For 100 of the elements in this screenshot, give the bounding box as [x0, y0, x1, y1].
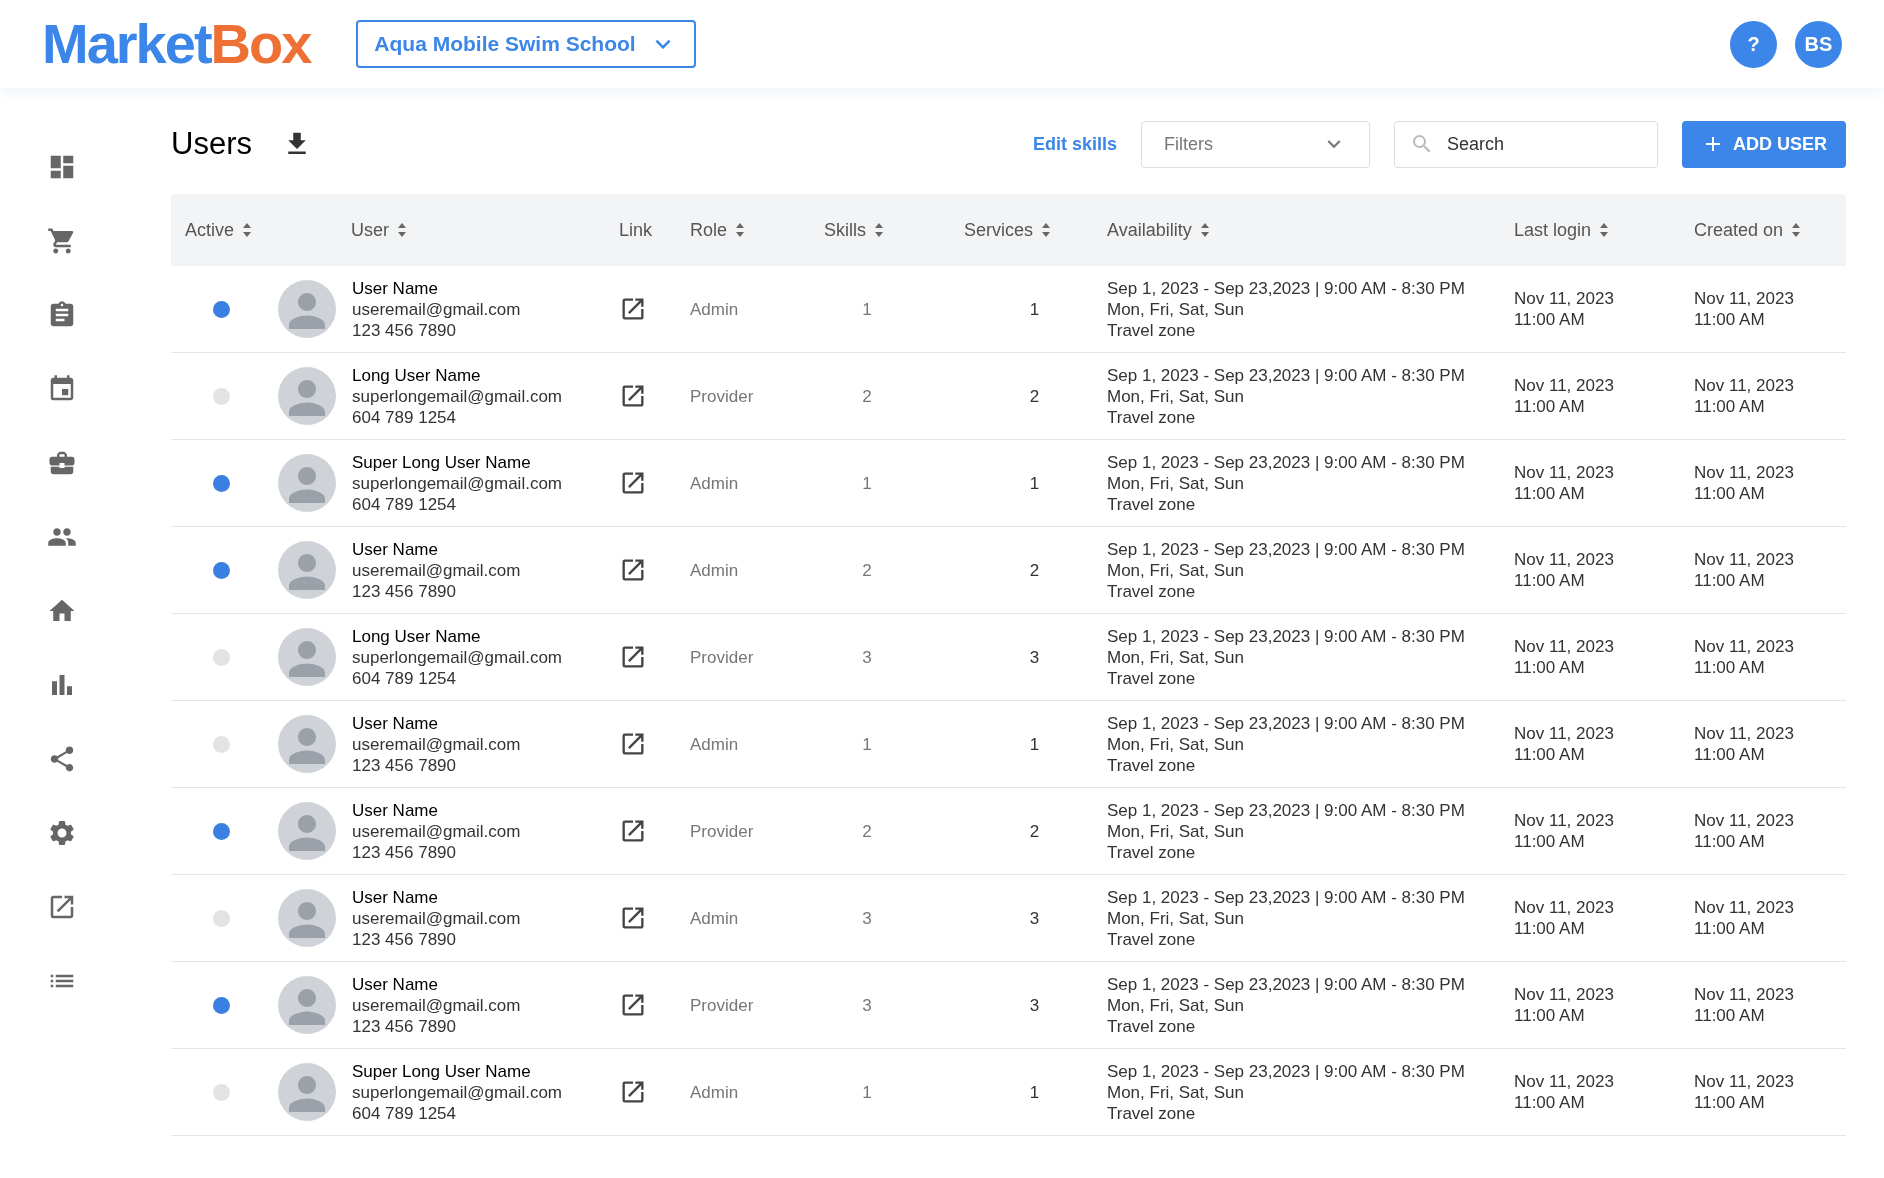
column-header[interactable]: Last login: [1514, 216, 1610, 244]
role-cell: Admin: [690, 473, 739, 493]
skills-cell: 1: [862, 298, 872, 320]
last-login-text: 11:00 AM: [1514, 744, 1586, 765]
role-cell: Provider: [690, 647, 754, 667]
role-cell: Admin: [690, 908, 739, 928]
availability-text: Sep 1, 2023 - Sep 23,2023 | 9:00 AM - 8:30 PM: [1107, 712, 1466, 734]
column-header[interactable]: Skills: [824, 216, 884, 244]
availability-text: Travel zone: [1107, 406, 1197, 428]
availability-text: Travel zone: [1107, 667, 1197, 689]
user-avatar[interactable]: BS: [1795, 20, 1842, 68]
created-on-text: Nov 11, 2023: [1694, 810, 1795, 831]
availability-text: Sep 1, 2023 - Sep 23,2023 | 9:00 AM - 8:30 PM: [1107, 451, 1466, 473]
sort-icon: [1791, 222, 1802, 238]
availability-text: Sep 1, 2023 - Sep 23,2023 | 9:00 AM - 8:30 PM: [1107, 799, 1466, 821]
page-title: Users: [171, 124, 252, 163]
created-on-text: Nov 11, 2023: [1694, 897, 1795, 918]
availability-text: Travel zone: [1107, 841, 1197, 863]
user-phone: 123 456 7890: [352, 319, 457, 341]
skills-cell: 2: [862, 385, 872, 407]
sort-icon: [735, 222, 746, 238]
role-cell: Provider: [690, 821, 754, 841]
user-phone: 604 789 1254: [352, 1102, 457, 1124]
last-login-text: 11:00 AM: [1514, 831, 1586, 852]
edit-skills-link[interactable]: Edit skills: [1032, 130, 1117, 158]
services-cell: 1: [1029, 298, 1040, 320]
services-cell: 2: [1029, 385, 1040, 407]
last-login-text: 11:00 AM: [1514, 1005, 1586, 1026]
user-email: useremail@gmail.com: [352, 907, 521, 929]
user-phone: 123 456 7890: [352, 1015, 457, 1037]
user-name: User Name: [352, 277, 439, 299]
last-login-text: 11:00 AM: [1514, 570, 1586, 591]
sort-icon: [242, 222, 253, 238]
availability-text: Travel zone: [1107, 1015, 1197, 1037]
availability-text: Sep 1, 2023 - Sep 23,2023 | 9:00 AM - 8:30 PM: [1107, 625, 1466, 647]
column-header[interactable]: Active: [185, 216, 253, 244]
last-login-text: Nov 11, 2023: [1514, 723, 1615, 744]
availability-text: Travel zone: [1107, 580, 1197, 602]
role-cell: Admin: [690, 299, 739, 319]
role-cell: Admin: [690, 734, 739, 754]
last-login-text: 11:00 AM: [1514, 483, 1586, 504]
skills-cell: 1: [862, 472, 872, 494]
user-name: Super Long User Name: [352, 1060, 532, 1082]
availability-text: Mon, Fri, Sat, Sun: [1107, 907, 1245, 929]
last-login-text: 11:00 AM: [1514, 396, 1586, 417]
created-on-text: 11:00 AM: [1694, 744, 1766, 765]
services-cell: 1: [1029, 733, 1040, 755]
created-on-text: Nov 11, 2023: [1694, 1071, 1795, 1092]
user-phone: 123 456 7890: [352, 841, 457, 863]
skills-cell: 3: [862, 994, 872, 1016]
last-login-text: 11:00 AM: [1514, 657, 1586, 678]
sort-icon: [1041, 222, 1052, 238]
availability-text: Mon, Fri, Sat, Sun: [1107, 472, 1245, 494]
skills-cell: 2: [862, 559, 872, 581]
column-header[interactable]: Availability: [1107, 216, 1210, 244]
services-cell: 3: [1029, 907, 1040, 929]
column-header[interactable]: Services: [964, 216, 1052, 244]
user-phone: 123 456 7890: [352, 580, 457, 602]
column-header[interactable]: Role: [690, 216, 746, 244]
role-cell: Provider: [690, 995, 754, 1015]
user-phone: 123 456 7890: [352, 928, 457, 950]
availability-text: Sep 1, 2023 - Sep 23,2023 | 9:00 AM - 8:30 PM: [1107, 886, 1466, 908]
availability-text: Mon, Fri, Sat, Sun: [1107, 646, 1245, 668]
availability-text: Travel zone: [1107, 754, 1197, 776]
skills-cell: 3: [862, 646, 872, 668]
role-cell: Admin: [690, 1082, 739, 1102]
availability-text: Travel zone: [1107, 493, 1197, 515]
logo-text: Market: [42, 16, 211, 72]
user-email: superlongemail@gmail.com: [352, 385, 562, 407]
skills-cell: 1: [862, 733, 872, 755]
search-field[interactable]: Search: [1394, 120, 1658, 168]
last-login-text: 11:00 AM: [1514, 1092, 1586, 1113]
user-email: superlongemail@gmail.com: [352, 1081, 562, 1103]
last-login-text: 11:00 AM: [1514, 309, 1586, 330]
user-name: User Name: [352, 538, 439, 560]
services-cell: 1: [1029, 472, 1040, 494]
user-email: useremail@gmail.com: [352, 298, 521, 320]
user-phone: 604 789 1254: [352, 493, 457, 515]
availability-text: Mon, Fri, Sat, Sun: [1107, 733, 1245, 755]
sort-icon: [1599, 222, 1610, 238]
created-on-text: 11:00 AM: [1694, 657, 1766, 678]
column-header[interactable]: Created on: [1694, 216, 1802, 244]
filters-dropdown[interactable]: Filters: [1141, 120, 1370, 168]
add-user-button[interactable]: ADD USER: [1682, 120, 1846, 168]
availability-text: Sep 1, 2023 - Sep 23,2023 | 9:00 AM - 8:30 PM: [1107, 364, 1466, 386]
user-name: User Name: [352, 886, 439, 908]
services-cell: 3: [1029, 646, 1040, 668]
last-login-text: Nov 11, 2023: [1514, 375, 1615, 396]
created-on-text: Nov 11, 2023: [1694, 288, 1795, 309]
school-selector[interactable]: Aqua Mobile Swim School: [356, 20, 697, 68]
availability-text: Travel zone: [1107, 319, 1197, 341]
user-name: User Name: [352, 712, 439, 734]
help-button[interactable]: ?: [1730, 20, 1777, 68]
column-header[interactable]: User: [351, 216, 407, 244]
user-email: useremail@gmail.com: [352, 994, 521, 1016]
created-on-text: Nov 11, 2023: [1694, 723, 1795, 744]
user-email: superlongemail@gmail.com: [352, 472, 562, 494]
last-login-text: Nov 11, 2023: [1514, 810, 1615, 831]
last-login-text: 11:00 AM: [1514, 918, 1586, 939]
user-email: useremail@gmail.com: [352, 820, 521, 842]
